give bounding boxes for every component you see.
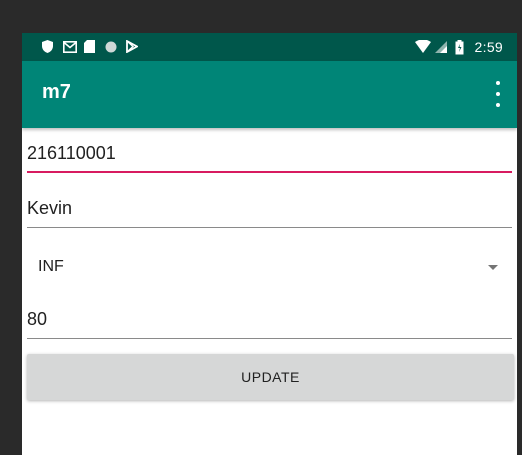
status-time: 2:59 — [474, 39, 503, 55]
score-field[interactable]: 80 — [27, 299, 512, 339]
mail-icon — [63, 40, 77, 54]
app-screen: 2:59 m7 216110001 Kevin INF 80 UPDATE — [22, 33, 517, 455]
name-field[interactable]: Kevin — [27, 188, 512, 228]
department-spinner[interactable]: INF — [22, 243, 517, 291]
more-vert-icon[interactable] — [491, 81, 505, 107]
sd-card-icon — [84, 40, 98, 54]
dropdown-arrow-icon — [488, 265, 498, 270]
score-value: 80 — [27, 309, 48, 329]
shield-icon — [42, 40, 56, 54]
id-field[interactable]: 216110001 — [27, 133, 512, 173]
department-selected: INF — [38, 258, 64, 275]
circle-icon — [105, 40, 119, 54]
notification-icons — [42, 39, 140, 55]
id-field-underline — [27, 171, 512, 173]
system-icons: 2:59 — [414, 38, 503, 56]
wifi-icon — [414, 39, 431, 54]
menu-dot — [496, 81, 500, 85]
device-frame: 2:59 m7 216110001 Kevin INF 80 UPDATE — [0, 0, 522, 455]
name-value: Kevin — [27, 198, 73, 218]
battery-icon — [455, 40, 469, 55]
update-button[interactable]: UPDATE — [27, 354, 514, 400]
play-store-icon — [126, 39, 140, 54]
app-title: m7 — [42, 81, 71, 103]
app-bar: m7 — [22, 61, 517, 128]
score-field-underline — [27, 338, 512, 339]
menu-dot — [496, 103, 500, 107]
name-field-underline — [27, 227, 512, 228]
menu-dot — [496, 92, 500, 96]
signal-icon — [434, 40, 449, 54]
status-bar: 2:59 — [22, 33, 517, 61]
id-value: 216110001 — [27, 143, 116, 163]
